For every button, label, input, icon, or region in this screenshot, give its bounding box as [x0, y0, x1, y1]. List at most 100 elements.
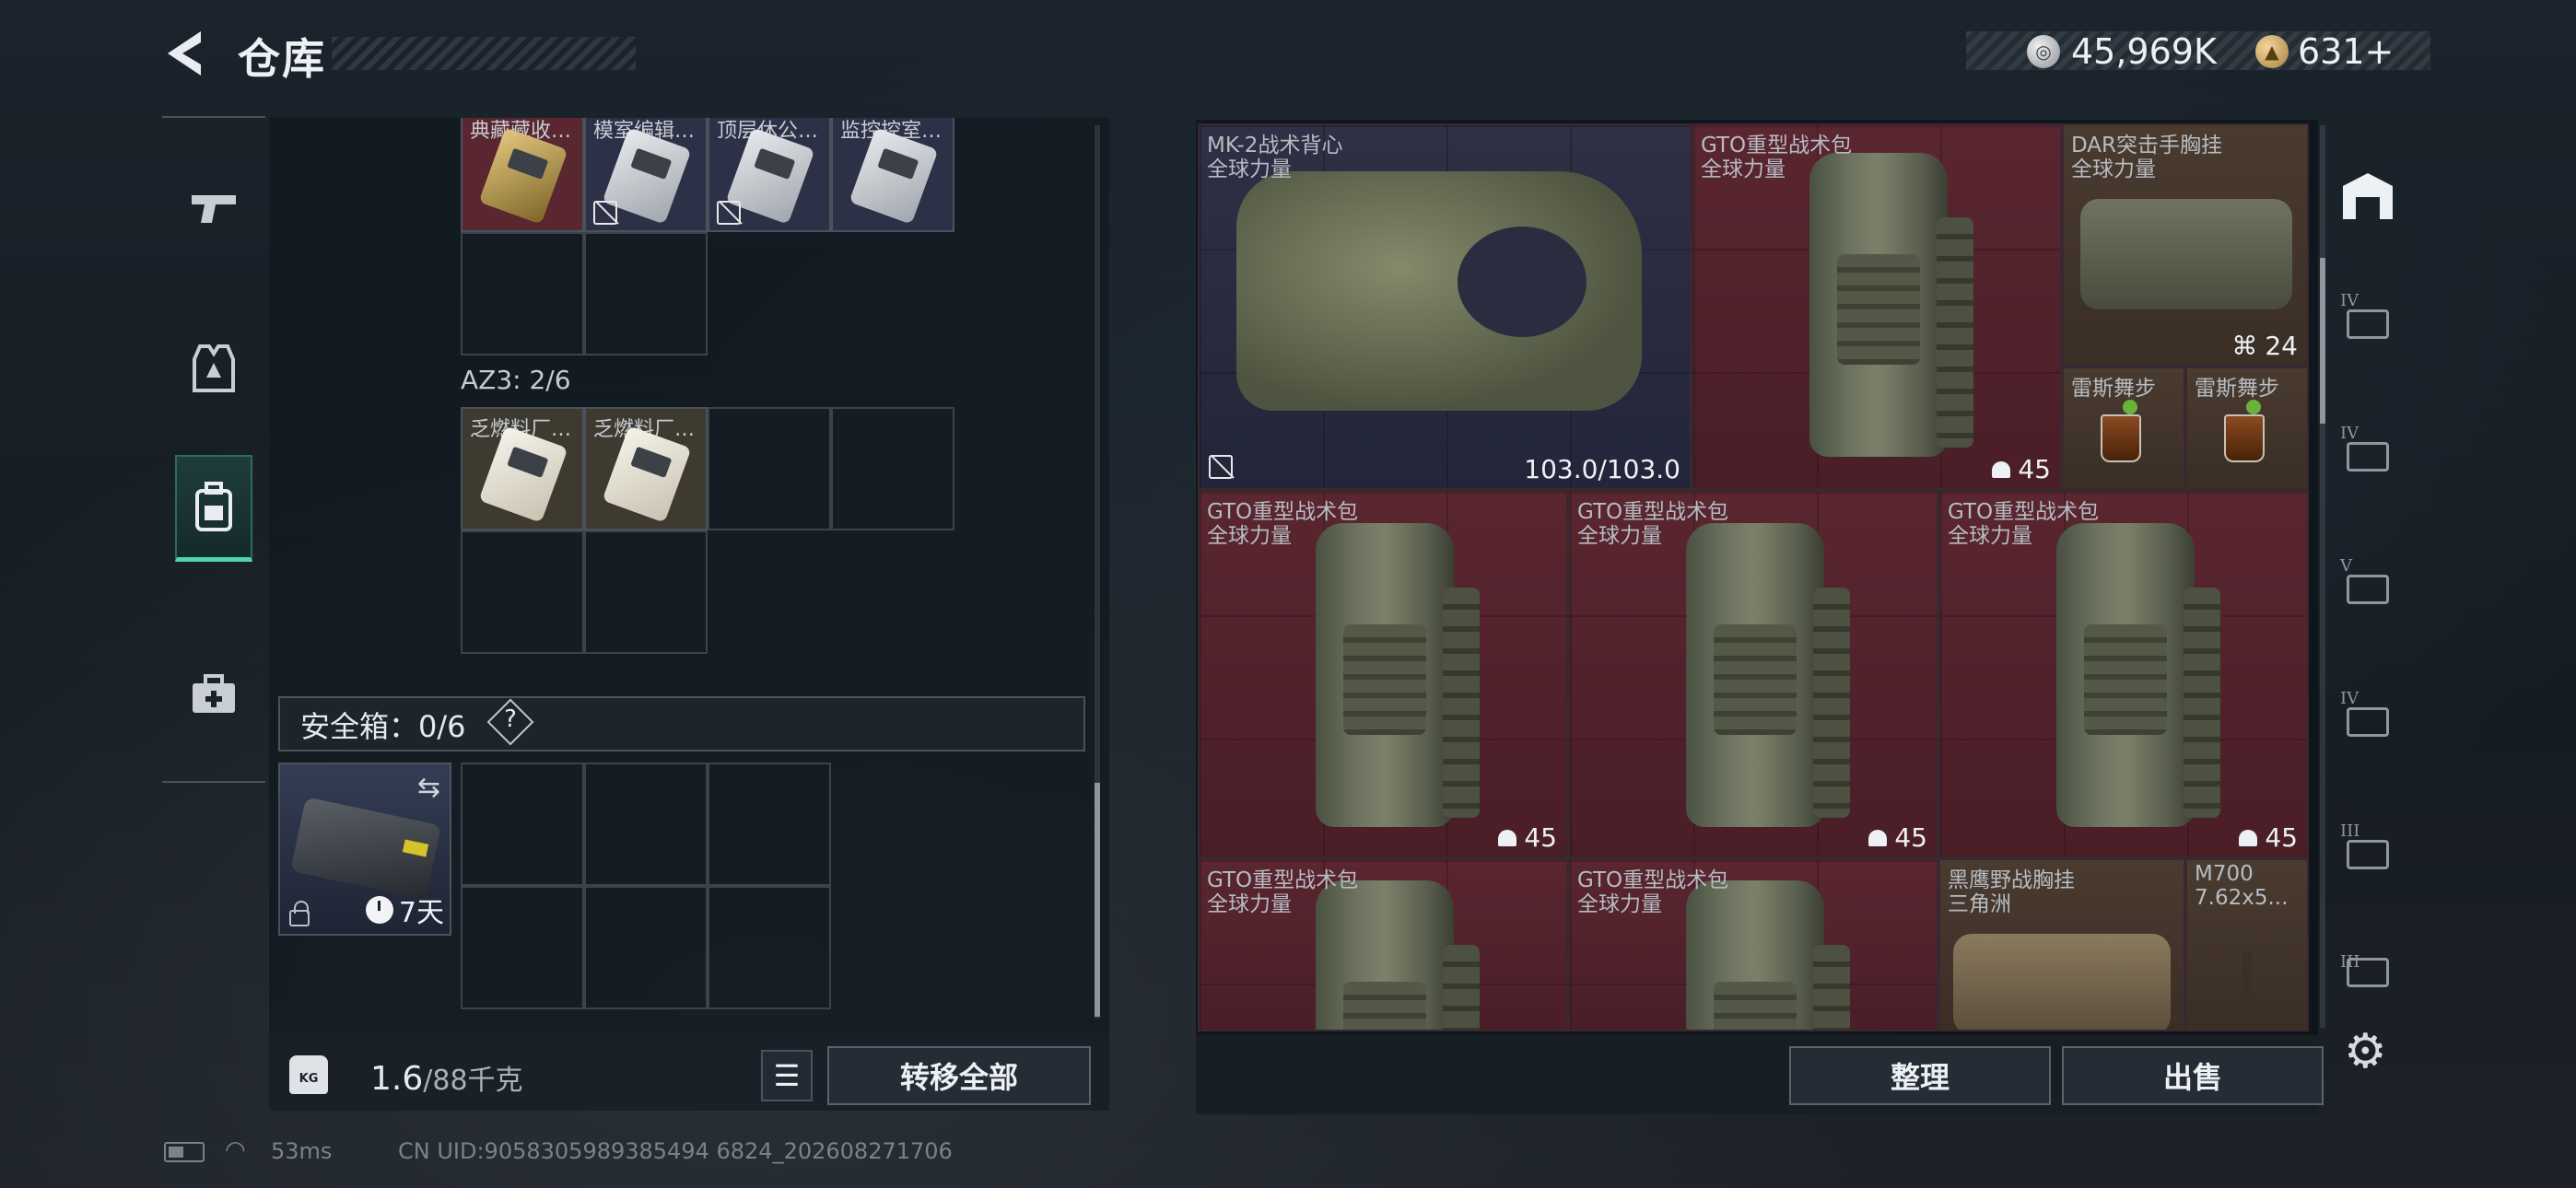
back-button[interactable] [162, 28, 208, 79]
stash-item[interactable]: GTO重型战术包 全球力量 45 [1692, 123, 2062, 490]
stash-item[interactable]: M700 7.62x5... [2185, 858, 2309, 1031]
lock-icon [289, 901, 310, 926]
backpack-icon [1686, 880, 1850, 1030]
list-icon: ☰ [773, 1058, 801, 1093]
backpack-icon [1686, 523, 1850, 827]
item-origin: 7.62x5... [2195, 886, 2289, 910]
stash-item[interactable]: GTO重型战术包 全球力量 45 [1568, 490, 1938, 858]
sell-button[interactable]: 出售 [2062, 1046, 2324, 1105]
ping-readout: 53ms [271, 1138, 333, 1164]
grid-slot[interactable] [584, 530, 708, 654]
chest-rig-icon [2080, 199, 2292, 309]
capacity-icon [1498, 829, 1517, 846]
backpack-icon [1316, 523, 1480, 827]
grid-slot[interactable] [708, 886, 831, 1009]
category-tier-6[interactable]: III [2335, 952, 2401, 993]
category-tier-2[interactable]: IV [2335, 424, 2401, 490]
grid-slot[interactable] [584, 232, 708, 355]
chest-rig-icon [1953, 934, 2171, 1030]
title-decoration [332, 37, 636, 70]
inventory-scrollbar-thumb[interactable] [1095, 783, 1100, 1017]
clock-icon [365, 896, 393, 924]
no-extract-icon [1209, 455, 1233, 479]
stash-item[interactable]: GTO重型战术包 全球力量 [1568, 858, 1938, 1031]
armor-vest-icon [193, 344, 235, 392]
container-label: AZ3: 2/6 [461, 365, 571, 395]
stash-item[interactable]: 雷斯舞步 [2062, 367, 2185, 490]
container-icon [2347, 309, 2389, 339]
grid-slot[interactable] [584, 886, 708, 1009]
silver-currency-value[interactable]: 45,969K [2071, 31, 2217, 72]
weight-readout: 1.6/88千克 [370, 1057, 523, 1098]
warehouse-icon [2343, 173, 2393, 219]
item-origin: 全球力量 [1577, 892, 1662, 916]
capacity-icon [1868, 829, 1888, 846]
settings-gear-icon[interactable]: ⚙ [2344, 1024, 2387, 1079]
keycard-item[interactable]: 乏燃料厂… [461, 407, 584, 530]
item-capacity: 45 [1992, 454, 2051, 484]
silver-coin-icon: ◎ [2027, 35, 2060, 68]
container-grid-top: 典藏藏收… 模室编辑… 顶层休公… 监控控室… [461, 118, 956, 357]
stash-item[interactable]: 雷斯舞步 [2185, 367, 2309, 490]
battery-icon [164, 1142, 205, 1162]
stash-item[interactable]: DAR突击手胸挂 全球力量 ⌘ 24 [2062, 123, 2309, 367]
nav-item-armor[interactable] [175, 315, 252, 422]
ammo-icon [2242, 952, 2252, 1009]
durability: 103.0/103.0 [1524, 454, 1680, 484]
category-tier-5[interactable]: III [2335, 821, 2401, 888]
safe-case-item[interactable]: ⇆ 7天 [278, 763, 451, 936]
category-tier-4[interactable]: IV [2335, 689, 2401, 755]
sort-button[interactable]: 整理 [1789, 1046, 2051, 1105]
ammo-icon: ⌘ [2231, 331, 2258, 361]
item-name: M700 [2195, 862, 2254, 886]
stash-item[interactable]: GTO重型战术包 全球力量 [1198, 858, 1568, 1031]
item-origin: 全球力量 [1207, 892, 1292, 916]
category-tier-1[interactable]: IV [2335, 291, 2401, 357]
gold-currency-value[interactable]: 631+ [2298, 31, 2394, 72]
item-capacity: ⌘ 24 [2231, 331, 2298, 361]
keycard-item[interactable]: 模室编辑… [584, 118, 708, 232]
backpack-icon [1316, 880, 1480, 1030]
back-arrow-icon [168, 31, 201, 76]
expiry-timer: 7天 [365, 890, 444, 930]
stash-item[interactable]: 黑鹰野战胸挂 三角洲 [1938, 858, 2185, 1031]
help-button-label[interactable]: ? [501, 705, 520, 733]
stash-item[interactable]: GTO重型战术包 全球力量 45 [1198, 490, 1568, 858]
grid-slot[interactable] [461, 530, 584, 654]
backpack-icon [2056, 523, 2220, 827]
nav-item-medical[interactable] [175, 641, 252, 748]
grid-slot[interactable] [708, 763, 831, 886]
stash-item[interactable]: MK-2战术背心 全球力量 103.0/103.0 [1198, 123, 1692, 490]
capacity-icon [2239, 829, 2258, 846]
gold-coin-icon: ▲ [2255, 35, 2289, 68]
item-name: 雷斯舞步 [2071, 377, 2156, 401]
category-all[interactable] [2335, 162, 2401, 228]
grid-slot[interactable] [461, 763, 584, 886]
stash-item[interactable]: GTO重型战术包 全球力量 45 [1938, 490, 2309, 858]
grid-slot[interactable] [584, 763, 708, 886]
wifi-icon: ◠ [225, 1136, 246, 1164]
list-view-button[interactable]: ☰ [761, 1050, 813, 1101]
keycard-item[interactable]: 典藏藏收… [461, 118, 584, 232]
item-origin: 全球力量 [1948, 524, 2032, 548]
weight-capacity: /88千克 [423, 1065, 523, 1097]
safe-box-label: 安全箱：0/6 [300, 709, 466, 744]
grid-slot[interactable] [831, 407, 954, 530]
keycard-item[interactable]: 监控控室… [831, 118, 954, 232]
nav-item-backpack[interactable] [175, 455, 252, 562]
category-tier-3[interactable]: V [2335, 556, 2401, 623]
grid-slot[interactable] [461, 232, 584, 355]
tactical-vest-icon [1236, 171, 1642, 411]
no-extract-icon [593, 201, 617, 225]
transfer-all-button[interactable]: 转移全部 [827, 1046, 1091, 1105]
item-name: 雷斯舞步 [2195, 377, 2279, 401]
swap-icon[interactable]: ⇆ [417, 772, 440, 804]
safe-box-grid [461, 763, 833, 1009]
keycard-item[interactable]: 顶层休公… [708, 118, 831, 232]
nav-item-weapons[interactable] [175, 155, 252, 262]
grid-slot[interactable] [708, 407, 831, 530]
grid-slot[interactable] [461, 886, 584, 1009]
item-origin: 全球力量 [1577, 524, 1662, 548]
stash-scrollbar-thumb[interactable] [2320, 258, 2325, 424]
keycard-item[interactable]: 乏燃料厂… [584, 407, 708, 530]
